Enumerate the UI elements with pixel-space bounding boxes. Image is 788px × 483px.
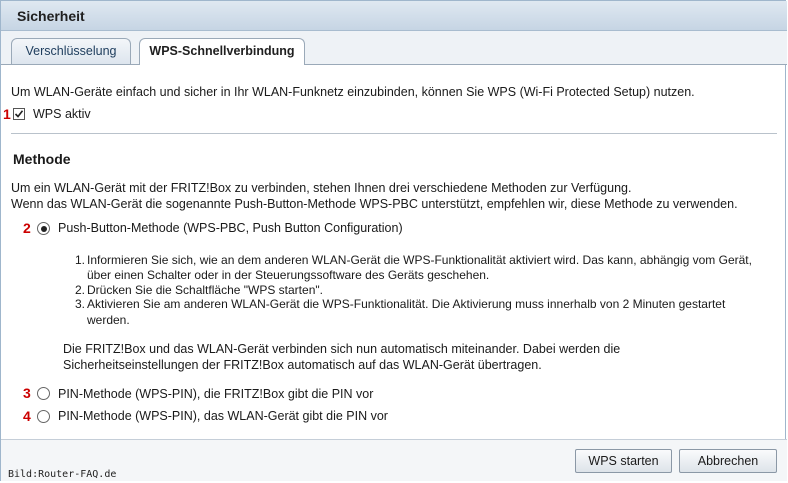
step-1-line2: über einen Schalter oder in der Steuerun… xyxy=(87,268,490,282)
tab-verschluesselung[interactable]: Verschlüsselung xyxy=(11,38,131,64)
title-bar: Sicherheit xyxy=(1,1,787,31)
option-pin-device-label: PIN-Methode (WPS-PIN), das WLAN-Gerät gi… xyxy=(58,409,388,423)
radio-pin-fritzbox[interactable] xyxy=(37,387,50,400)
wps-start-button[interactable]: WPS starten xyxy=(575,449,672,473)
option-push-button-label: Push-Button-Methode (WPS-PBC, Push Butto… xyxy=(58,221,403,235)
checkmark-icon xyxy=(14,110,24,118)
image-credit: Bild:Router-FAQ.de xyxy=(8,469,117,480)
step-1-line1: Informieren Sie sich, wie an dem anderen… xyxy=(87,253,752,267)
step-3-line1: Aktivieren Sie am anderen WLAN-Gerät die… xyxy=(87,297,726,311)
method-desc-line2: Wenn das WLAN-Gerät die sogenannte Push-… xyxy=(11,197,738,211)
method-desc-line1: Um ein WLAN-Gerät mit der FRITZ!Box zu v… xyxy=(11,181,632,195)
note-line2: Sicherheitseinstellungen der FRITZ!Box a… xyxy=(63,358,542,372)
wps-active-label: WPS aktiv xyxy=(33,107,91,121)
step-3-line2: werden. xyxy=(87,313,130,327)
wps-settings-panel: Sicherheit Verschlüsselung WPS-Schnellve… xyxy=(0,0,787,481)
cancel-button[interactable]: Abbrechen xyxy=(679,449,777,473)
divider xyxy=(11,133,777,134)
marker-4: 4 xyxy=(23,408,31,424)
method-heading: Methode xyxy=(13,151,71,167)
radio-push-button[interactable] xyxy=(37,222,50,235)
tab-wps-schnellverbindung[interactable]: WPS-Schnellverbindung xyxy=(139,38,305,65)
step-2-line1: Drücken Sie die Schaltfläche "WPS starte… xyxy=(87,283,323,297)
step-number: 1. xyxy=(75,253,86,267)
marker-1: 1 xyxy=(3,106,11,122)
wps-active-checkbox[interactable] xyxy=(13,108,25,120)
radio-selected-dot xyxy=(40,225,47,232)
radio-pin-device[interactable] xyxy=(37,410,50,423)
step-number: 2. xyxy=(75,283,86,297)
note-line1: Die FRITZ!Box und das WLAN-Gerät verbind… xyxy=(63,342,621,356)
intro-text: Um WLAN-Geräte einfach und sicher in Ihr… xyxy=(11,85,695,99)
marker-2: 2 xyxy=(23,220,31,236)
option-pin-fritzbox-label: PIN-Methode (WPS-PIN), die FRITZ!Box gib… xyxy=(58,387,374,401)
step-number: 3. xyxy=(75,297,86,311)
window-title: Sicherheit xyxy=(17,8,85,24)
marker-3: 3 xyxy=(23,385,31,401)
tab-strip: Verschlüsselung WPS-Schnellverbindung xyxy=(1,31,787,65)
